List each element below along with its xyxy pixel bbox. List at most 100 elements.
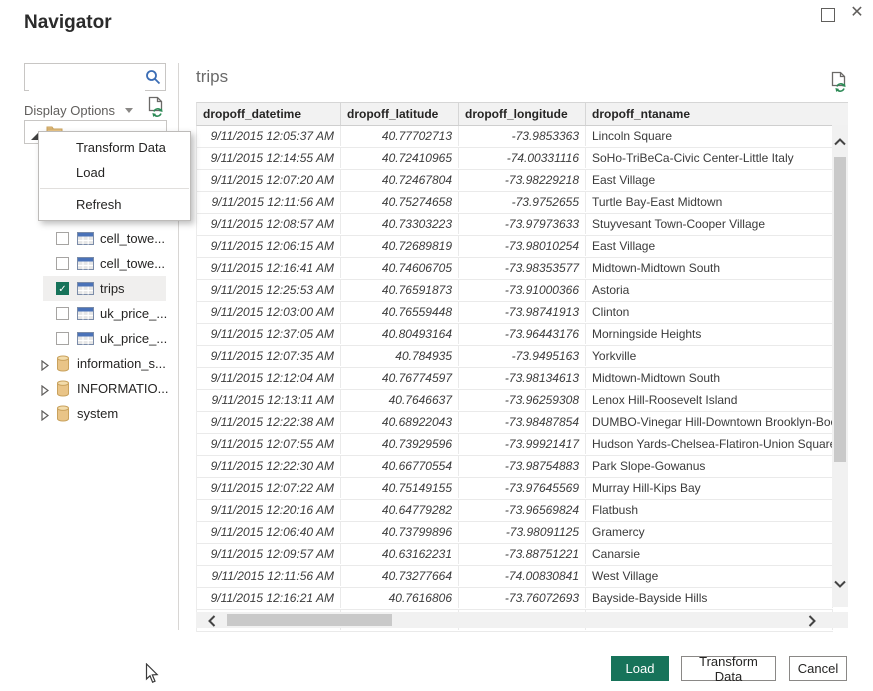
table-cell: 9/11/2015 12:06:15 AM [197, 236, 341, 256]
table-row: 9/11/2015 12:06:40 AM40.73799896-73.9809… [197, 522, 833, 544]
table-cell: Lincoln Square [586, 126, 833, 146]
table-cell: West Village [586, 566, 833, 586]
horizontal-scrollbar-thumb[interactable] [227, 614, 392, 626]
table-cell: 9/11/2015 12:16:21 AM [197, 588, 341, 608]
table-cell: 40.7616806 [341, 588, 459, 608]
mouse-cursor-icon [145, 663, 160, 689]
grid-body: 9/11/2015 12:05:37 AM40.77702713-73.9853… [196, 126, 833, 632]
table-row: 9/11/2015 12:22:30 AM40.66770554-73.9875… [197, 456, 833, 478]
table-cell: -73.99921417 [459, 434, 586, 454]
scroll-right-icon[interactable] [808, 614, 816, 632]
chevron-right-icon[interactable] [41, 408, 49, 426]
table-cell: Astoria [586, 280, 833, 300]
table-cell: 40.75149155 [341, 478, 459, 498]
table-cell: -73.88751221 [459, 544, 586, 564]
table-cell: Flatbush [586, 500, 833, 520]
table-cell: 40.68922043 [341, 412, 459, 432]
refresh-preview-icon[interactable] [831, 71, 848, 97]
table-row: 9/11/2015 12:22:38 AM40.68922043-73.9848… [197, 412, 833, 434]
vertical-scrollbar-thumb[interactable] [834, 157, 846, 462]
table-cell: 9/11/2015 12:03:00 AM [197, 302, 341, 322]
table-icon [77, 282, 94, 300]
table-cell: -73.96259308 [459, 390, 586, 410]
table-cell: 9/11/2015 12:07:35 AM [197, 346, 341, 366]
close-icon[interactable]: ✕ [848, 3, 866, 23]
sidebar-item-uk-price[interactable]: uk_price_... [0, 326, 178, 351]
sidebar-item-cell-towe[interactable]: cell_towe... [0, 251, 178, 276]
table-row: 9/11/2015 12:07:35 AM40.784935-73.949516… [197, 346, 833, 368]
scroll-left-icon[interactable] [208, 614, 216, 632]
table-cell: Clinton [586, 302, 833, 322]
table-cell: -73.9853363 [459, 126, 586, 146]
table-cell: 9/11/2015 12:37:05 AM [197, 324, 341, 344]
table-cell: 40.77702713 [341, 126, 459, 146]
table-row: 9/11/2015 12:09:57 AM40.63162231-73.8875… [197, 544, 833, 566]
table-cell: -73.9495163 [459, 346, 586, 366]
display-options-dropdown[interactable]: Display Options [24, 101, 133, 118]
sidebar-folder-information-s[interactable]: information_s... [0, 351, 178, 376]
table-cell: Hudson Yards-Chelsea-Flatiron-Union Squa… [586, 434, 833, 454]
search-input[interactable] [29, 65, 145, 91]
table-cell: 40.73799896 [341, 522, 459, 542]
transform-data-button[interactable]: Transform Data [681, 656, 776, 681]
table-cell: -73.76072693 [459, 588, 586, 608]
column-header-dropoff_longitude: dropoff_longitude [459, 103, 586, 125]
table-cell: Yorkville [586, 346, 833, 366]
checkbox-unchecked[interactable] [56, 232, 69, 245]
table-cell: 9/11/2015 12:22:30 AM [197, 456, 341, 476]
chevron-right-icon[interactable] [41, 358, 49, 376]
checkbox-unchecked[interactable] [56, 307, 69, 320]
table-row: 9/11/2015 12:37:05 AM40.80493164-73.9644… [197, 324, 833, 346]
table-cell: -73.97973633 [459, 214, 586, 234]
table-cell: Lenox Hill-Roosevelt Island [586, 390, 833, 410]
table-cell: 9/11/2015 12:16:41 AM [197, 258, 341, 278]
table-cell: -73.91000366 [459, 280, 586, 300]
scroll-up-icon[interactable] [834, 133, 846, 151]
table-cell: 9/11/2015 12:05:37 AM [197, 126, 341, 146]
refresh-preview-icon[interactable] [148, 96, 165, 122]
table-row: 9/11/2015 12:12:04 AM40.76774597-73.9813… [197, 368, 833, 390]
table-cell: 40.784935 [341, 346, 459, 366]
sidebar-item-uk-price[interactable]: uk_price_... [0, 301, 178, 326]
sidebar-item-cell-towe[interactable]: cell_towe... [0, 226, 178, 251]
menu-item-load[interactable]: Load [39, 160, 190, 185]
table-icon [77, 307, 94, 325]
maximize-button[interactable] [821, 8, 835, 22]
database-icon [56, 405, 70, 427]
table-cell: DUMBO-Vinegar Hill-Downtown Brooklyn-Boe… [586, 412, 833, 432]
table-row: 9/11/2015 12:25:53 AM40.76591873-73.9100… [197, 280, 833, 302]
sidebar-item-label: cell_towe... [100, 231, 165, 246]
table-cell: 40.73303223 [341, 214, 459, 234]
table-row: 9/11/2015 12:20:16 AM40.64779282-73.9656… [197, 500, 833, 522]
scroll-down-icon[interactable] [834, 575, 846, 593]
table-cell: 40.72410965 [341, 148, 459, 168]
table-cell: 9/11/2015 12:07:22 AM [197, 478, 341, 498]
table-cell: Park Slope-Gowanus [586, 456, 833, 476]
table-cell: 40.72689819 [341, 236, 459, 256]
chevron-right-icon[interactable] [41, 383, 49, 401]
table-cell: 9/11/2015 12:11:56 AM [197, 192, 341, 212]
menu-item-refresh[interactable]: Refresh [39, 192, 190, 217]
table-cell: -73.98754883 [459, 456, 586, 476]
load-button[interactable]: Load [611, 656, 669, 681]
table-cell: 40.75274658 [341, 192, 459, 212]
table-cell: Canarsie [586, 544, 833, 564]
checkbox-checked[interactable]: ✓ [56, 282, 69, 295]
horizontal-scrollbar[interactable] [196, 612, 848, 628]
vertical-scrollbar[interactable] [832, 125, 848, 607]
cancel-button[interactable]: Cancel [789, 656, 847, 681]
table-row: 9/11/2015 12:07:20 AM40.72467804-73.9822… [197, 170, 833, 192]
search-box[interactable] [24, 63, 166, 91]
checkbox-unchecked[interactable] [56, 257, 69, 270]
sidebar-folder-system[interactable]: system [0, 401, 178, 426]
search-icon[interactable] [145, 69, 161, 90]
table-cell: -73.98741913 [459, 302, 586, 322]
menu-item-transform-data[interactable]: Transform Data [39, 135, 190, 160]
table-cell: -73.96569824 [459, 500, 586, 520]
sidebar-item-trips[interactable]: ✓trips [0, 276, 178, 301]
table-row: 9/11/2015 12:07:55 AM40.73929596-73.9992… [197, 434, 833, 456]
table-cell: 40.73929596 [341, 434, 459, 454]
checkbox-unchecked[interactable] [56, 332, 69, 345]
table-cell: Gramercy [586, 522, 833, 542]
sidebar-folder-informatio[interactable]: INFORMATIO... [0, 376, 178, 401]
